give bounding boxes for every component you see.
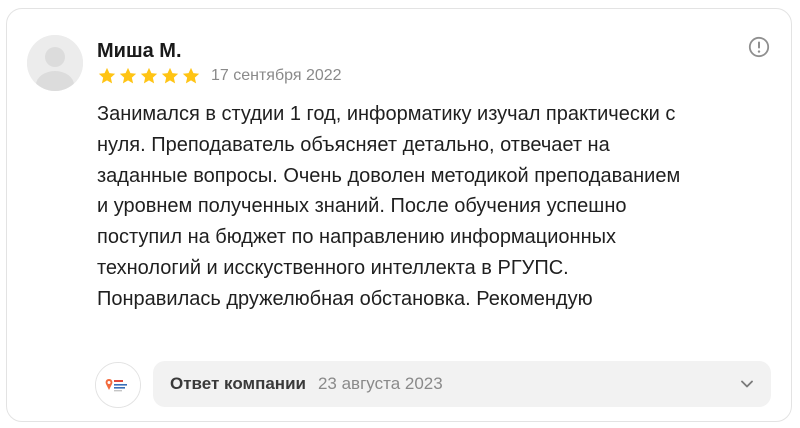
review-meta: 17 сентября 2022: [97, 65, 342, 87]
author-name[interactable]: Миша М.: [97, 39, 182, 63]
company-logo-icon: [96, 363, 140, 407]
user-placeholder-icon: [27, 35, 83, 91]
star-icon: [161, 67, 179, 84]
star-icon: [182, 67, 200, 84]
review-text-line: технологий и исскуственного интеллекта в…: [97, 256, 569, 279]
review-text-line: заданные вопросы. Очень доволен методико…: [97, 164, 681, 187]
review-text-line: нуля. Преподаватель объясняет детально, …: [97, 133, 610, 156]
reply-date: 23 августа 2023: [317, 374, 443, 393]
rating-stars: [97, 66, 202, 86]
review-date: 17 сентября 2022: [211, 67, 342, 84]
star-icon: [140, 67, 158, 84]
exclamation-circle-icon: [748, 36, 770, 58]
user-avatar[interactable]: [27, 35, 83, 91]
review-text-line: Понравилась дружелюбная обстановка. Реко…: [97, 287, 593, 310]
company-reply-toggle[interactable]: Ответ компании 23 августа 2023: [153, 361, 771, 407]
review-text-line: и уровнем полученных знаний. После обуче…: [97, 195, 627, 218]
review-text-line: Занимался в студии 1 год, информатику из…: [97, 103, 676, 125]
review-text-line: поступил на бюджет по направлению информ…: [97, 226, 617, 249]
company-logo[interactable]: [95, 362, 141, 408]
star-icon: [98, 67, 116, 84]
more-options-button[interactable]: [747, 35, 771, 59]
chevron-down-icon: [741, 380, 753, 388]
reply-label: Ответ компании: [170, 374, 306, 393]
review-card: Миша М. 17 сентября 2022 Занимался в сту…: [6, 8, 792, 422]
star-icon: [119, 67, 137, 84]
review-text: Занимался в студии 1 год, информатику из…: [97, 99, 775, 315]
